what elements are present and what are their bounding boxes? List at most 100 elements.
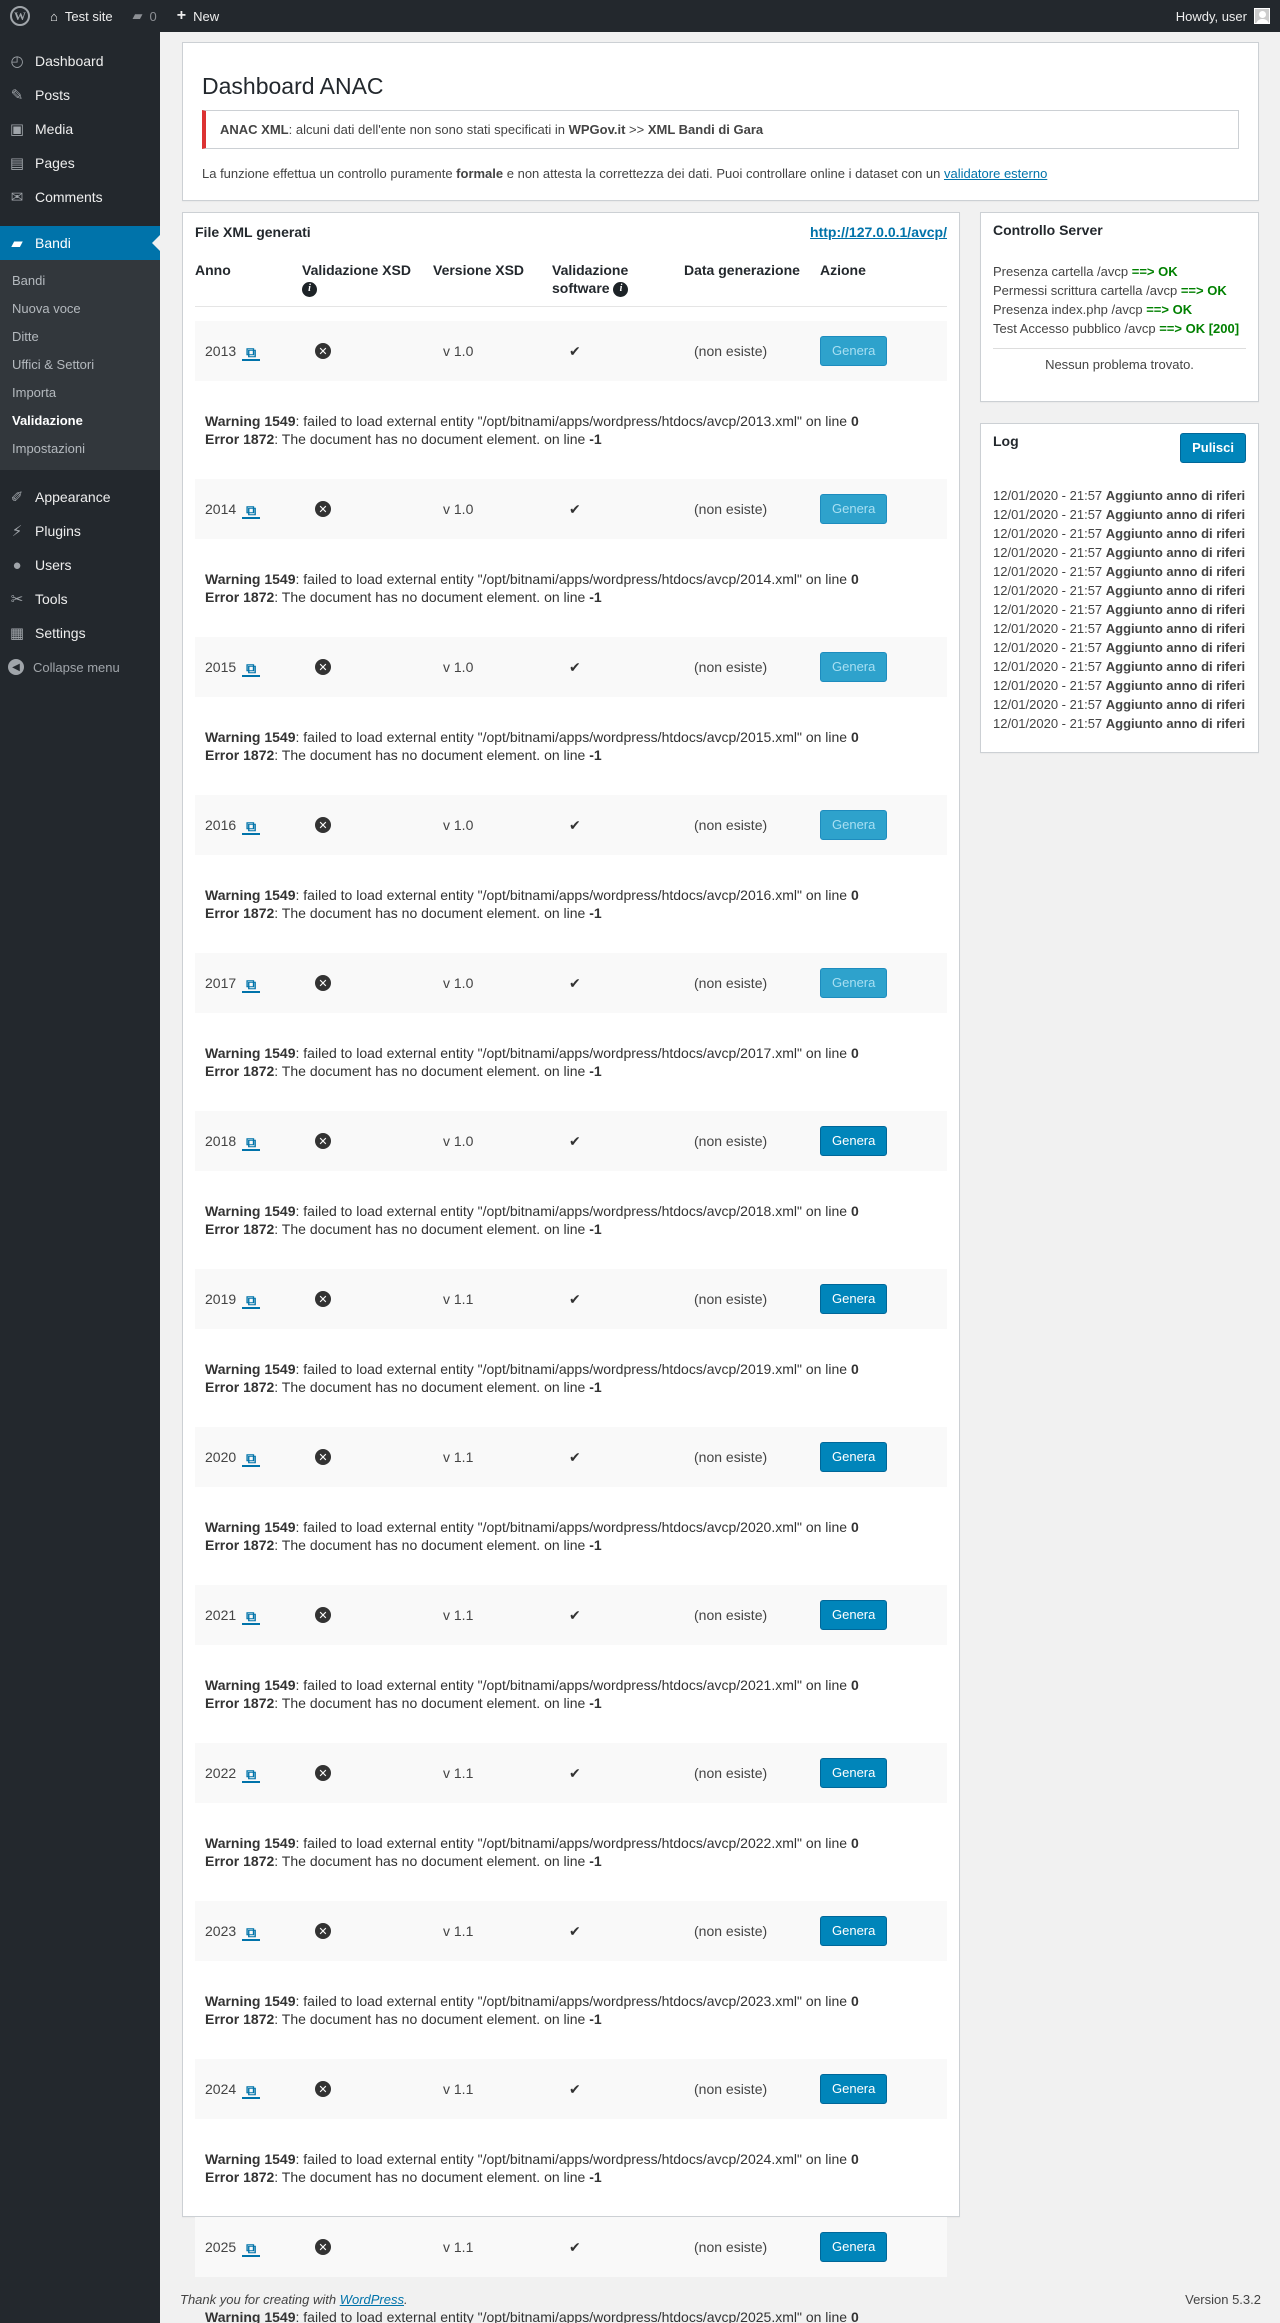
submenu-item-impostazioni[interactable]: Impostazioni: [0, 435, 160, 463]
warning-line: Warning 1549: failed to load external en…: [205, 412, 947, 430]
wordpress-logo-menu[interactable]: W: [0, 0, 40, 32]
menu-item-users[interactable]: ● Users: [0, 548, 160, 582]
external-link-icon[interactable]: ⧉: [242, 815, 261, 835]
submenu-item-uffici-settori[interactable]: Uffici & Settori: [0, 351, 160, 379]
site-name-link[interactable]: ⌂ Test site: [40, 0, 123, 32]
new-content-menu[interactable]: + New: [167, 0, 229, 32]
validation-messages: Warning 1549: failed to load external en…: [195, 1360, 947, 1396]
warning-line-number: 0: [850, 887, 859, 903]
menu-item-posts[interactable]: ✎ Posts: [0, 78, 160, 112]
warning-line-number: 0: [850, 1677, 859, 1693]
external-link-icon[interactable]: ⧉: [242, 973, 261, 993]
error-line: Error 1872: The document has no document…: [205, 1220, 947, 1238]
submenu-item-validazione[interactable]: Validazione: [0, 407, 160, 435]
error-line-number: -1: [589, 1695, 602, 1711]
error-code: Error 1872: [205, 747, 275, 763]
footer-thanks: Thank you for creating with WordPress.: [180, 2292, 408, 2307]
genera-button[interactable]: Genera: [820, 652, 888, 682]
external-link-icon[interactable]: ⧉: [242, 499, 261, 519]
xsd-version: v 1.0: [443, 1133, 474, 1149]
menu-item-dashboard[interactable]: ◴ Dashboard: [0, 44, 160, 78]
genera-button[interactable]: Genera: [820, 2074, 888, 2104]
year-value: 2015: [205, 659, 237, 675]
error-code: Error 1872: [205, 2011, 275, 2027]
genera-button[interactable]: Genera: [820, 1284, 888, 1314]
genera-button[interactable]: Genera: [820, 968, 888, 998]
menu-item-comments[interactable]: ✉ Comments: [0, 180, 160, 214]
external-link-icon[interactable]: ⧉: [242, 341, 261, 361]
error-line: Error 1872: The document has no document…: [205, 1062, 947, 1080]
year-row-group: 2025 ⧉ ✕ v 1.1 ✔ (non esiste) Genera Warning 15…: [195, 2217, 947, 2323]
external-link-icon[interactable]: ⧉: [242, 657, 261, 677]
error-code: Error 1872: [205, 1379, 275, 1395]
log-entry: 12/01/2020 - 21:57 Aggiunto anno di rife…: [993, 505, 1246, 524]
external-link-icon[interactable]: ⧉: [242, 1605, 261, 1625]
genera-button[interactable]: Genera: [820, 2232, 888, 2262]
external-link-icon[interactable]: ⧉: [242, 1131, 261, 1151]
menu-item-settings[interactable]: ▦ Settings: [0, 616, 160, 650]
menu-label: Bandi: [35, 235, 71, 251]
menu-item-pages[interactable]: ▤ Pages: [0, 146, 160, 180]
external-link-icon[interactable]: ⧉: [242, 2237, 261, 2257]
comments-link[interactable]: ▰ 0: [123, 0, 167, 32]
genera-button[interactable]: Genera: [820, 1758, 888, 1788]
invalid-x-icon: ✕: [315, 1765, 331, 1782]
invalid-x-icon: ✕: [315, 2081, 331, 2098]
check-icon: ✔: [569, 974, 581, 991]
genera-button[interactable]: Genera: [820, 1600, 888, 1630]
info-icon[interactable]: i: [302, 281, 317, 297]
warning-code: Warning 1549: [205, 571, 296, 587]
validation-messages: Warning 1549: failed to load external en…: [195, 2150, 947, 2186]
genera-button[interactable]: Genera: [820, 336, 888, 366]
genera-button[interactable]: Genera: [820, 1916, 888, 1946]
menu-item-tools[interactable]: ✂ Tools: [0, 582, 160, 616]
genera-button[interactable]: Genera: [820, 1442, 888, 1472]
external-link-icon[interactable]: ⧉: [242, 1289, 261, 1309]
software-validation-cell: ✔: [552, 501, 684, 518]
genera-button[interactable]: Genera: [820, 494, 888, 524]
external-link-icon[interactable]: ⧉: [242, 1447, 261, 1467]
external-link-icon[interactable]: ⧉: [242, 1921, 261, 1941]
action-cell: Genera: [820, 336, 947, 366]
generation-date: (non esiste): [694, 1923, 768, 1939]
col-anno: Anno: [195, 262, 231, 278]
menu-item-media[interactable]: ▣ Media: [0, 112, 160, 146]
admin-bar: W ⌂ Test site ▰ 0 + New Howdy, user: [0, 0, 1280, 32]
submenu-item-importa[interactable]: Importa: [0, 379, 160, 407]
log-time: 12/01/2020 - 21:57: [993, 678, 1103, 693]
account-menu[interactable]: Howdy, user: [1166, 0, 1280, 32]
external-validator-link[interactable]: validatore esterno: [944, 166, 1047, 181]
intro-text: La funzione effettua un controllo purame…: [202, 166, 1239, 181]
menu-item-bandi[interactable]: ▰ Bandi: [0, 226, 160, 260]
submenu-item-bandi[interactable]: Bandi: [0, 267, 160, 295]
table-row: 2014 ⧉ ✕ v 1.0 ✔ (non esiste) Genera: [195, 479, 947, 539]
error-code: Error 1872: [205, 431, 275, 447]
menu-label: Tools: [35, 591, 68, 607]
genera-button[interactable]: Genera: [820, 1126, 888, 1156]
software-validation-cell: ✔: [552, 1923, 684, 1940]
info-icon[interactable]: i: [613, 281, 629, 297]
avcp-url-link[interactable]: http://127.0.0.1/avcp/: [810, 224, 947, 240]
clear-log-button[interactable]: Pulisci: [1180, 433, 1246, 463]
notice-strong: ANAC XML: [220, 122, 289, 137]
menu-item-plugins[interactable]: ⚡ Plugins: [0, 514, 160, 548]
external-link-icon[interactable]: ⧉: [242, 2079, 261, 2099]
menu-item-appearance[interactable]: ✐ Appearance: [0, 480, 160, 514]
software-validation-cell: ✔: [552, 975, 684, 992]
wordpress-link[interactable]: WordPress: [340, 2292, 404, 2307]
col-label: Validazione: [552, 262, 629, 278]
error-text: : The document has no document element. …: [274, 1537, 590, 1553]
submenu-item-nuova-voce[interactable]: Nuova voce: [0, 295, 160, 323]
menu-label: Appearance: [35, 489, 111, 505]
external-link-icon[interactable]: ⧉: [242, 1763, 261, 1783]
warning-line: Warning 1549: failed to load external en…: [205, 1518, 947, 1536]
xsd-validation-cell: ✕: [302, 501, 433, 518]
error-line-number: -1: [589, 1537, 602, 1553]
server-check-panel: Controllo Server Presenza cartella /avcp…: [980, 212, 1259, 402]
col-versione-xsd: Versione XSD: [433, 262, 525, 278]
log-time: 12/01/2020 - 21:57: [993, 564, 1103, 579]
check-icon: ✔: [569, 1922, 581, 1939]
genera-button[interactable]: Genera: [820, 810, 888, 840]
collapse-menu-button[interactable]: ◀ Collapse menu: [0, 650, 160, 684]
submenu-item-ditte[interactable]: Ditte: [0, 323, 160, 351]
